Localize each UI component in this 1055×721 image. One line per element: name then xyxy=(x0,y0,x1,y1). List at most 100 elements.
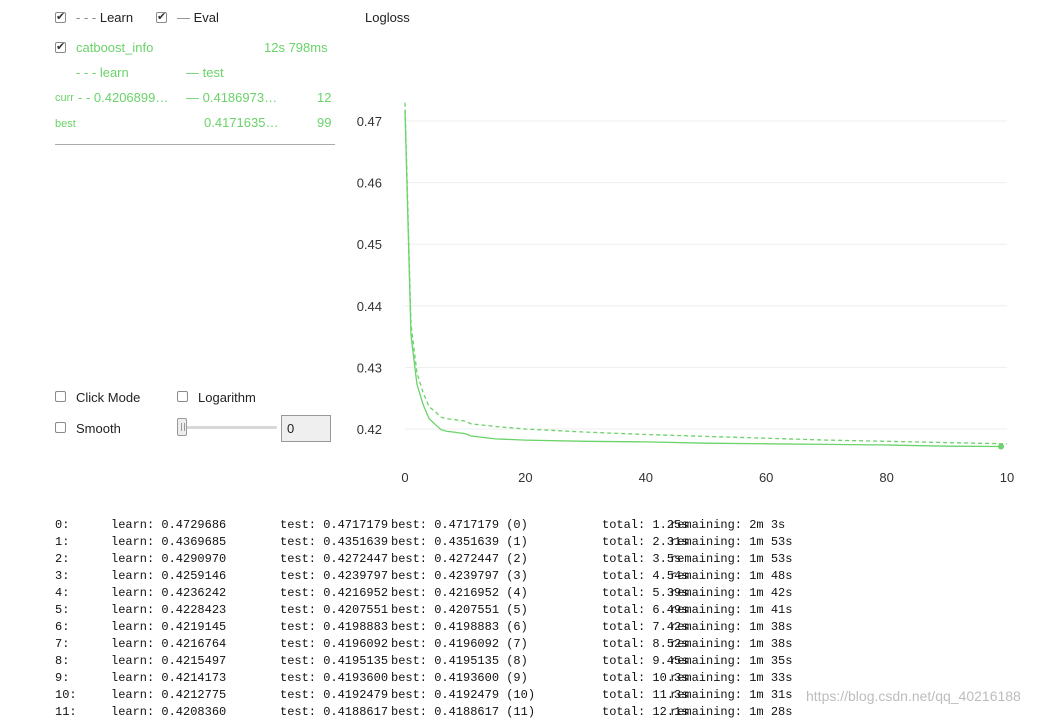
log-iter: 3: xyxy=(55,569,70,583)
log-test: test: 0.4216952 xyxy=(280,586,389,600)
catboost-info-checkbox[interactable] xyxy=(55,40,66,53)
log-best: best: 0.4195135 (8) xyxy=(391,654,528,668)
curr-learn-value: - - 0.4206899… xyxy=(78,90,169,105)
log-best: best: 0.4188617 (11) xyxy=(391,705,536,719)
click-mode-checkbox[interactable] xyxy=(55,391,66,402)
x-tick-label: 0 xyxy=(401,470,408,485)
x-tick-label: 10 xyxy=(1000,470,1014,485)
series-test-line xyxy=(404,110,1002,448)
log-test: test: 0.4193600 xyxy=(280,671,389,685)
log-learn: learn: 0.4216764 xyxy=(111,637,227,651)
log-learn: learn: 0.4729686 xyxy=(111,518,227,532)
best-test-value: 0.4171635… xyxy=(204,115,279,130)
log-iter: 11: xyxy=(55,705,77,719)
log-learn: learn: 0.4215497 xyxy=(111,654,227,668)
watermark: https://blog.csdn.net/qq_40216188 xyxy=(806,688,1021,704)
run-name: catboost_info xyxy=(76,40,154,55)
info-separator xyxy=(55,144,335,145)
log-test: test: 0.4351639 xyxy=(280,535,389,549)
best-label: best xyxy=(55,118,76,130)
smooth-label: Smooth xyxy=(76,421,121,436)
smooth-slider-handle[interactable] xyxy=(177,418,187,436)
log-test: test: 0.4717179 xyxy=(280,518,389,532)
y-tick-label: 0.47 xyxy=(357,114,382,129)
curr-iteration: 12 xyxy=(317,90,332,105)
log-learn: learn: 0.4290970 xyxy=(111,552,227,566)
log-test: test: 0.4198883 xyxy=(280,620,389,634)
log-remaining: remaining: 1m 28s xyxy=(670,705,793,719)
log-best: best: 0.4196092 (7) xyxy=(391,637,528,651)
log-iter: 7: xyxy=(55,637,70,651)
log-test: test: 0.4272447 xyxy=(280,552,389,566)
log-iter: 10: xyxy=(55,688,77,702)
learn-column-header: - - - learn xyxy=(76,65,129,80)
logarithm-checkbox[interactable] xyxy=(177,391,188,402)
x-tick-label: 80 xyxy=(879,470,893,485)
log-remaining: remaining: 1m 33s xyxy=(670,671,793,685)
log-remaining: remaining: 1m 53s xyxy=(670,535,793,549)
logloss-chart[interactable]: Logloss 0.47 0.46 0.45 0.44 0.43 0.42 0 20 40 60… xyxy=(340,0,1020,500)
log-learn: learn: 0.4228423 xyxy=(111,603,227,617)
log-best: best: 0.4351639 (1) xyxy=(391,535,528,549)
log-iter: 6: xyxy=(55,620,70,634)
log-best: best: 0.4216952 (4) xyxy=(391,586,528,600)
log-learn: learn: 0.4259146 xyxy=(111,569,227,583)
log-remaining: remaining: 1m 42s xyxy=(670,586,793,600)
log-learn: learn: 0.4219145 xyxy=(111,620,227,634)
log-test: test: 0.4196092 xyxy=(280,637,389,651)
log-best: best: 0.4207551 (5) xyxy=(391,603,528,617)
log-best: best: 0.4239797 (3) xyxy=(391,569,528,583)
log-iter: 1: xyxy=(55,535,70,549)
log-iter: 0: xyxy=(55,518,70,532)
log-iter: 9: xyxy=(55,671,70,685)
best-iteration: 99 xyxy=(317,115,332,130)
log-best: best: 0.4717179 (0) xyxy=(391,518,528,532)
log-test: test: 0.4239797 xyxy=(280,569,389,583)
log-best: best: 0.4193600 (9) xyxy=(391,671,528,685)
log-iter: 5: xyxy=(55,603,70,617)
smooth-checkbox[interactable] xyxy=(55,422,66,433)
test-column-header: — test xyxy=(186,65,224,80)
log-remaining: remaining: 1m 35s xyxy=(670,654,793,668)
x-tick-label: 20 xyxy=(518,470,532,485)
log-learn: learn: 0.4214173 xyxy=(111,671,227,685)
logarithm-label: Logarithm xyxy=(198,390,256,405)
smooth-value-input[interactable]: 0 xyxy=(281,415,331,442)
log-remaining: remaining: 1m 48s xyxy=(670,569,793,583)
smooth-slider-track[interactable] xyxy=(185,426,277,429)
log-test: test: 0.4188617 xyxy=(280,705,389,719)
log-remaining: remaining: 1m 53s xyxy=(670,552,793,566)
series-learn-line xyxy=(404,102,1008,445)
log-remaining: remaining: 1m 41s xyxy=(670,603,793,617)
log-learn: learn: 0.4208360 xyxy=(111,705,227,719)
log-iter: 4: xyxy=(55,586,70,600)
learn-legend: - - - Learn xyxy=(76,10,134,25)
log-remaining: remaining: 1m 38s xyxy=(670,637,793,651)
eval-legend: — Eval xyxy=(177,10,219,25)
log-test: test: 0.4192479 xyxy=(280,688,389,702)
log-test: test: 0.4207551 xyxy=(280,603,389,617)
chart-title: Logloss xyxy=(365,10,410,25)
log-remaining: remaining: 1m 38s xyxy=(670,620,793,634)
y-tick-label: 0.43 xyxy=(357,360,382,375)
x-tick-label: 40 xyxy=(639,470,653,485)
log-remaining: remaining: 1m 31s xyxy=(670,688,793,702)
log-best: best: 0.4192479 (10) xyxy=(391,688,536,702)
y-tick-label: 0.46 xyxy=(357,176,382,191)
run-time: 12s 798ms xyxy=(264,40,328,55)
log-best: best: 0.4272447 (2) xyxy=(391,552,528,566)
curr-test-value: — 0.4186973… xyxy=(186,90,278,105)
log-best: best: 0.4198883 (6) xyxy=(391,620,528,634)
curr-label: curr xyxy=(55,92,74,104)
log-remaining: remaining: 2m 3s xyxy=(670,518,786,532)
learn-checkbox[interactable] xyxy=(55,10,66,23)
log-test: test: 0.4195135 xyxy=(280,654,389,668)
log-learn: learn: 0.4236242 xyxy=(111,586,227,600)
log-learn: learn: 0.4369685 xyxy=(111,535,227,549)
y-tick-label: 0.45 xyxy=(357,237,382,252)
eval-checkbox[interactable] xyxy=(156,10,167,23)
log-learn: learn: 0.4212775 xyxy=(111,688,227,702)
best-point-marker xyxy=(997,443,1004,450)
x-tick-label: 60 xyxy=(759,470,773,485)
y-tick-label: 0.44 xyxy=(357,299,382,314)
